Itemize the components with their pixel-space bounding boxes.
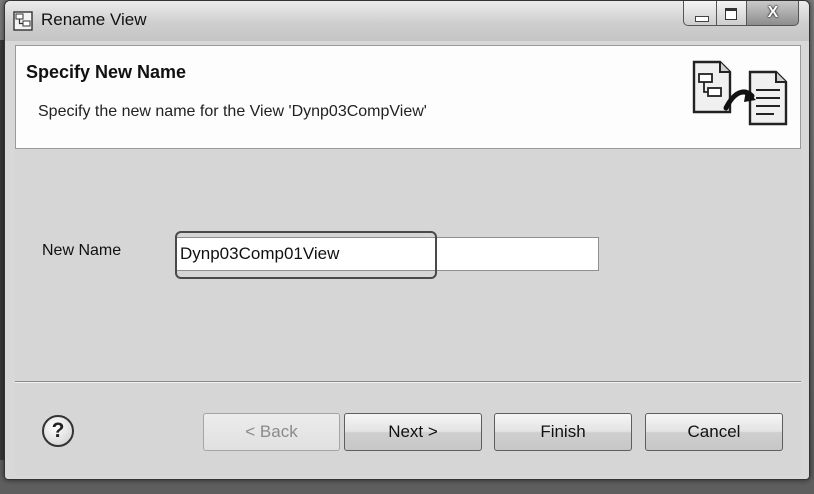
- banner-title: Specify New Name: [26, 62, 187, 82]
- maximize-icon: [725, 8, 737, 20]
- maximize-button[interactable]: [717, 1, 747, 26]
- window-app-icon: [13, 11, 33, 31]
- minimize-icon: [695, 16, 709, 22]
- finish-button[interactable]: Finish: [494, 413, 632, 451]
- new-name-input[interactable]: [175, 237, 599, 271]
- rename-document-icon: [692, 60, 788, 126]
- title-bar[interactable]: Rename View X: [5, 1, 809, 41]
- cancel-button[interactable]: Cancel: [645, 413, 783, 451]
- close-icon: X: [767, 4, 779, 21]
- form-area: New Name: [15, 149, 801, 381]
- minimize-button[interactable]: [683, 1, 717, 26]
- button-bar: ? < Back Next > Finish Cancel: [15, 383, 801, 475]
- close-button[interactable]: X: [747, 1, 799, 26]
- rename-view-dialog: Rename View X Specify New Name Specify t…: [4, 0, 810, 480]
- wizard-banner: Specify New Name Specify the new name fo…: [15, 45, 801, 149]
- back-button[interactable]: < Back: [203, 413, 340, 451]
- window-title: Rename View: [41, 10, 147, 29]
- banner-description: Specify the new name for the View 'Dynp0…: [38, 103, 427, 120]
- next-button[interactable]: Next >: [344, 413, 482, 451]
- new-name-label: New Name: [42, 242, 122, 259]
- help-button[interactable]: ?: [42, 415, 74, 447]
- window-controls: X: [683, 1, 799, 27]
